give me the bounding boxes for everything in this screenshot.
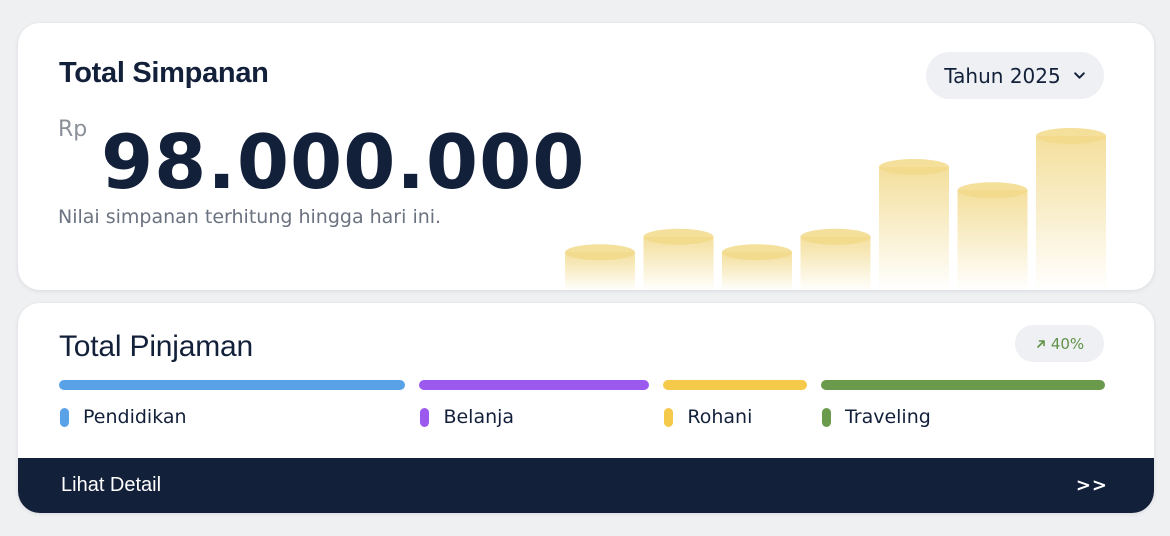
coin-stack bbox=[722, 244, 792, 290]
loan-segment-traveling bbox=[820, 380, 1105, 390]
legend-label: Pendidikan bbox=[83, 406, 187, 428]
view-detail-label: Lihat Detail bbox=[61, 474, 162, 496]
loan-segment-belanja bbox=[419, 380, 650, 390]
loan-segment-rohani bbox=[663, 380, 807, 390]
coin-stack bbox=[643, 228, 714, 290]
savings-subtitle: Nilai simpanan terhitung hingga hari ini… bbox=[58, 206, 442, 228]
legend-dot bbox=[821, 407, 831, 427]
legend-item-belanja: Belanja bbox=[420, 405, 514, 429]
legend-item-traveling: Traveling bbox=[821, 405, 931, 429]
legend-label: Belanja bbox=[443, 406, 515, 428]
legend-dot bbox=[664, 407, 674, 427]
double-chevron-right-icon: >> bbox=[1075, 475, 1108, 496]
coin-stack bbox=[1036, 128, 1106, 290]
view-detail-button[interactable]: Lihat Detail >> bbox=[18, 458, 1154, 513]
legend-label: Traveling bbox=[844, 406, 931, 428]
year-select[interactable]: Tahun 2025 bbox=[926, 52, 1104, 99]
coin-stack-illustration bbox=[565, 128, 1106, 290]
savings-amount: 98.000.000 bbox=[101, 118, 586, 206]
coin-stack bbox=[879, 159, 949, 290]
trend-value: 40% bbox=[1050, 334, 1085, 353]
loans-card: Total Pinjaman 40% Pendidikan Belanja Roha… bbox=[18, 303, 1154, 513]
arrow-up-right-icon bbox=[1037, 339, 1045, 348]
legend-label: Rohani bbox=[687, 406, 753, 428]
legend-item-pendidikan: Pendidikan bbox=[60, 405, 187, 429]
legend-dot bbox=[420, 407, 430, 427]
chevron-down-icon bbox=[1073, 72, 1085, 79]
savings-title: Total Simpanan bbox=[59, 57, 269, 89]
legend-dot bbox=[60, 407, 69, 427]
coin-stack bbox=[565, 244, 635, 290]
year-select-value: Tahun 2025 bbox=[944, 63, 1061, 88]
trend-badge: 40% bbox=[1015, 325, 1104, 362]
coin-stack bbox=[957, 182, 1028, 290]
savings-card: Total Simpanan Tahun 2025 Rp 98.000.000 … bbox=[18, 23, 1154, 290]
loan-segment-pendidikan bbox=[59, 380, 406, 390]
legend-item-rohani: Rohani bbox=[664, 405, 752, 429]
currency-label: Rp bbox=[58, 117, 88, 142]
loans-title: Total Pinjaman bbox=[59, 330, 253, 363]
coin-stack bbox=[800, 228, 871, 290]
